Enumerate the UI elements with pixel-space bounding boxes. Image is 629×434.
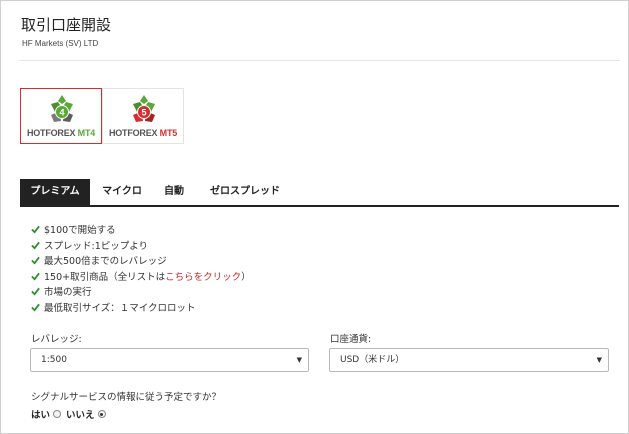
check-icon: [31, 272, 40, 281]
account-features-list: $100で開始する スプレッド:1ピップより 最大500倍までのレバレッジ 15…: [31, 223, 251, 317]
list-item: 最大500倍までのレバレッジ: [31, 254, 251, 270]
signal-service-radio-group: はい いいえ: [31, 407, 111, 421]
leverage-label: レバレッジ:: [31, 334, 82, 345]
page-title: 取引口座開設: [21, 16, 112, 34]
currency-value: USD（米ドル）: [340, 355, 405, 365]
platform-mt5-version: MT5: [159, 128, 178, 138]
list-item: 150+取引商品（全リストはこちらをクリック）: [31, 270, 251, 286]
list-item: $100で開始する: [31, 223, 251, 239]
mt5-badge: 5: [141, 108, 146, 118]
check-icon: [31, 241, 40, 250]
tab-premium[interactable]: プレミアム: [20, 179, 90, 205]
tab-zero-spread[interactable]: ゼロスプレッド: [200, 179, 290, 205]
platform-mt4-option[interactable]: 4 HOTFOREX MT4: [20, 88, 102, 144]
list-item: スプレッド:1ピップより: [31, 239, 251, 255]
list-item: 市場の実行: [31, 285, 251, 301]
currency-label: 口座通貨:: [330, 334, 372, 345]
check-icon: [31, 256, 40, 265]
tab-micro[interactable]: マイクロ: [94, 179, 150, 205]
currency-select[interactable]: USD（米ドル） ▼: [329, 348, 609, 372]
platform-mt4-label: HOTFOREX MT4: [21, 128, 101, 138]
account-type-tabs: プレミアム マイクロ 自動 ゼロスプレッド: [20, 179, 619, 207]
platform-mt5-label: HOTFOREX MT5: [103, 128, 183, 138]
radio-yes-label: はい: [31, 410, 51, 421]
platform-mt5-brand: HOTFOREX: [108, 128, 158, 138]
page-frame: 取引口座開設 HF Markets (SV) LTD 4 HOTFOREX MT…: [0, 0, 629, 434]
leverage-select[interactable]: 1:500 ▼: [30, 348, 309, 372]
platform-mt4-version: MT4: [77, 128, 96, 138]
chevron-down-icon: ▼: [596, 356, 602, 364]
radio-yes[interactable]: [53, 410, 62, 418]
instruments-list-link[interactable]: こちらをクリック: [165, 272, 241, 283]
signal-service-question: シグナルサービスの情報に従う予定ですか？: [31, 392, 222, 403]
radio-no-label: いいえ: [66, 410, 95, 421]
platform-mt5-option[interactable]: 5 HOTFOREX MT5: [102, 88, 184, 144]
tab-auto[interactable]: 自動: [156, 179, 192, 205]
hotforex-mt4-logo-icon: 4: [51, 95, 73, 122]
check-icon: [31, 288, 40, 296]
check-icon: [31, 225, 40, 234]
divider: [19, 60, 620, 61]
hotforex-mt5-logo-icon: 5: [133, 95, 155, 122]
mt4-badge: 4: [59, 108, 64, 118]
feature-text: 市場の実行: [44, 287, 92, 299]
leverage-value: 1:500: [41, 355, 67, 365]
feature-text-suffix: ）: [241, 271, 251, 283]
company-name: HF Markets (SV) LTD: [22, 39, 99, 48]
chevron-down-icon: ▼: [296, 356, 302, 364]
feature-text: 最大500倍までのレバレッジ: [44, 256, 167, 268]
feature-text: 最低取引サイズ：１マイクロロット: [44, 302, 196, 314]
feature-text: $100で開始する: [44, 225, 116, 236]
feature-text: 150+取引商品（全リストは: [44, 271, 166, 283]
check-icon: [31, 303, 40, 312]
list-item: 最低取引サイズ：１マイクロロット: [31, 301, 251, 317]
platform-mt4-brand: HOTFOREX: [26, 128, 76, 138]
feature-text: スプレッド:1ピップより: [44, 240, 149, 252]
radio-no[interactable]: [97, 410, 106, 418]
